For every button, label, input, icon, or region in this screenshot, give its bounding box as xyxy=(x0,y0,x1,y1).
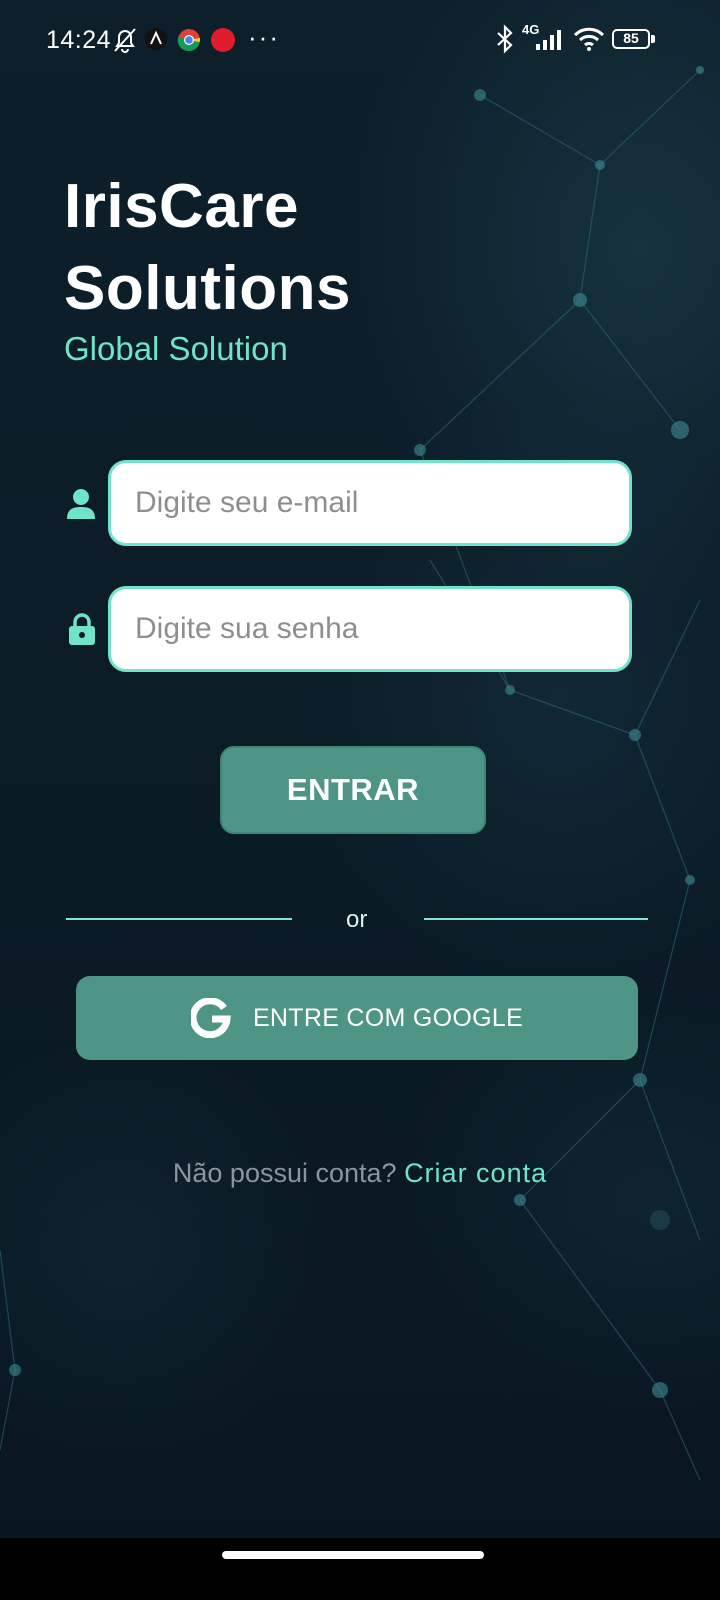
battery-level: 85 xyxy=(623,30,639,46)
wifi-icon xyxy=(573,27,605,51)
google-icon xyxy=(190,998,231,1038)
app-red-icon xyxy=(211,28,235,52)
google-login-label: ENTRE COM GOOGLE xyxy=(252,1003,524,1032)
app-icon xyxy=(145,28,167,50)
login-button[interactable]: ENTRAR xyxy=(220,746,486,834)
app-title-line2: Solutions xyxy=(64,254,351,323)
google-login-button[interactable]: ENTRE COM GOOGLE xyxy=(76,976,638,1060)
lock-icon xyxy=(69,613,95,645)
battery-icon: 85 xyxy=(612,29,650,49)
divider-right xyxy=(424,918,648,920)
app-title-line1: IrisCare xyxy=(64,172,299,241)
app-subtitle: Global Solution xyxy=(64,330,288,367)
navigation-bar xyxy=(0,1538,720,1600)
create-account-link[interactable]: Criar conta xyxy=(404,1158,547,1188)
signup-prompt: Não possui conta? Criar conta xyxy=(0,1158,720,1189)
status-bar: 14:24 ··· 4G 85 xyxy=(0,0,720,80)
user-icon xyxy=(67,489,95,519)
bluetooth-icon xyxy=(497,24,513,54)
bell-off-icon xyxy=(114,28,136,53)
app-title: IrisCare Solutions xyxy=(64,166,351,330)
more-notifications-icon: ··· xyxy=(248,22,280,52)
password-input[interactable] xyxy=(108,586,632,672)
status-time: 14:24 xyxy=(46,26,112,54)
home-gesture-handle[interactable] xyxy=(222,1551,484,1559)
divider-left xyxy=(66,918,292,920)
email-input[interactable] xyxy=(108,460,632,546)
battery-tip xyxy=(651,35,655,43)
divider-text: or xyxy=(346,906,368,933)
signal-icon xyxy=(536,30,561,50)
signup-question: Não possui conta? xyxy=(172,1158,397,1188)
chrome-icon xyxy=(177,29,201,52)
